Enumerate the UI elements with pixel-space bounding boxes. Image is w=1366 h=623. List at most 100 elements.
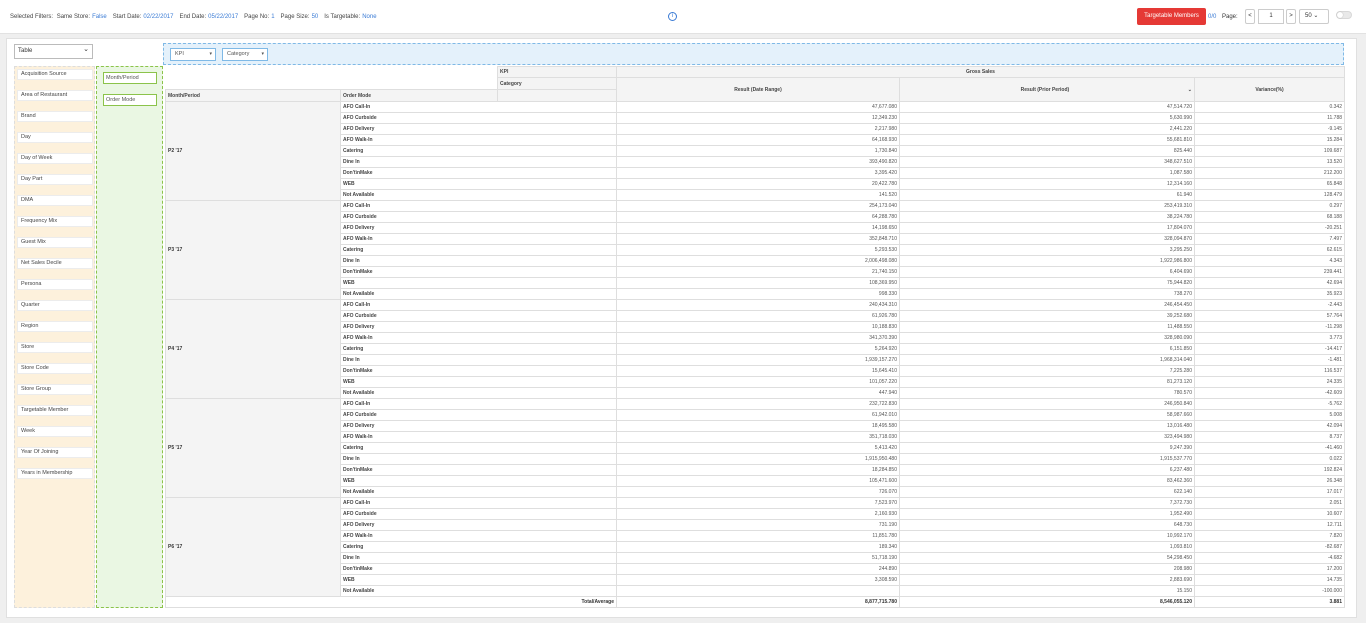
table-row: Catering 1,730.840 825.440 109.687	[166, 145, 1345, 157]
value-cell: 4.343	[1194, 255, 1345, 267]
variance-header[interactable]: Variance(%)	[1194, 77, 1345, 102]
order-mode-cell: Don't\nMake	[340, 266, 617, 278]
value-cell: 254,173.040	[616, 200, 900, 212]
order-mode-cell: WEB	[340, 277, 617, 289]
value-cell: 11,488.550	[899, 321, 1195, 333]
value-cell: 5,630.990	[899, 112, 1195, 124]
attribute-item[interactable]: Acquisition Source	[17, 69, 93, 80]
value-cell: 108,369.950	[616, 277, 900, 289]
filter-key: Same Store:	[56, 14, 91, 20]
value-cell: 8.737	[1194, 431, 1345, 443]
value-cell: 351,718.030	[616, 431, 900, 443]
value-cell: 0.022	[1194, 453, 1345, 465]
value-cell: 61,942.010	[616, 409, 900, 421]
order-mode-cell: Not Available	[340, 288, 617, 300]
value-cell: 1,968,314.040	[899, 354, 1195, 366]
value-cell: 3.773	[1194, 332, 1345, 344]
order-mode-cell: AFO Delivery	[340, 321, 617, 333]
attribute-item[interactable]: Store	[17, 342, 93, 353]
row-field-order-mode[interactable]: Order Mode	[103, 94, 157, 106]
targetable-count: 0/0	[1208, 14, 1217, 20]
table-row: Catering 5,293.530 3,295.250 62.615	[166, 244, 1345, 256]
order-mode-cell: Dine In	[340, 552, 617, 564]
value-cell: 6,151.850	[899, 343, 1195, 355]
attribute-item[interactable]: Years in Membership	[17, 468, 93, 479]
attribute-item[interactable]: Week	[17, 426, 93, 437]
selected-filters: Selected Filters: Same Store: False Start …	[10, 14, 383, 20]
value-cell: 24.335	[1194, 376, 1345, 388]
order-mode-cell: Not Available	[340, 189, 617, 201]
attribute-item[interactable]: Year Of Joining	[17, 447, 93, 458]
table-row: AFO Walk-In 341,370.390 328,980.090 3.773	[166, 332, 1345, 344]
value-cell: -11.298	[1194, 321, 1345, 333]
value-cell: 42.094	[1194, 420, 1345, 432]
value-cell: 447.940	[616, 387, 900, 399]
attribute-item[interactable]: Quarter	[17, 300, 93, 311]
pivot-panel: Table KPI Category Acquisition Source Are…	[6, 38, 1357, 618]
value-cell: 47,514.720	[899, 101, 1195, 113]
result-prior-period-label: Result (Prior Period)	[1020, 86, 1070, 93]
filter-key: Page Size:	[280, 14, 310, 20]
page-size-select[interactable]: 50 ⌄	[1299, 9, 1329, 24]
attribute-item[interactable]: Targetable Member	[17, 405, 93, 416]
attribute-item[interactable]: Brand	[17, 111, 93, 122]
table-row: AFO Delivery 18,495.580 13,016.480 42.094	[166, 420, 1345, 432]
order-mode-cell: Don't\nMake	[340, 365, 617, 377]
prev-page-button[interactable]: <	[1245, 9, 1255, 24]
value-cell: -2.443	[1194, 299, 1345, 311]
column-fields-area[interactable]: KPI Category	[163, 43, 1344, 65]
renderer-select[interactable]: Table	[14, 43, 93, 59]
row-field-month-period[interactable]: Month/Period	[103, 72, 157, 84]
attribute-item[interactable]: Day of Week	[17, 153, 93, 164]
value-cell: 726.070	[616, 486, 900, 498]
next-page-button[interactable]: >	[1286, 9, 1296, 24]
value-cell: 11,851.780	[616, 530, 900, 542]
value-cell: 189.340	[616, 541, 900, 553]
filter-value: 50	[311, 14, 319, 20]
value-cell: 5,413.420	[616, 442, 900, 454]
value-cell: 5,264.920	[616, 343, 900, 355]
row-fields-area[interactable]: Month/Period Order Mode	[96, 66, 163, 608]
result-prior-period-header[interactable]: Result (Prior Period) ⌄	[899, 77, 1195, 102]
targetable-members-button[interactable]: Targetable Members	[1137, 8, 1206, 25]
value-cell: 51,718.190	[616, 552, 900, 564]
value-cell: -82.687	[1194, 541, 1345, 553]
value-cell: 12.711	[1194, 519, 1345, 531]
order-mode-cell: Catering	[340, 541, 617, 553]
attribute-item[interactable]: Day	[17, 132, 93, 143]
filter-value: None	[362, 14, 377, 20]
chevron-down-icon[interactable]: ⌄	[1188, 87, 1192, 93]
attribute-item[interactable]: Net Sales Decile	[17, 258, 93, 269]
order-mode-cell: Don't\nMake	[340, 563, 617, 575]
total-row: Total/Average 8,877,715.780 8,546,055.120 3…	[165, 596, 1345, 608]
attribute-item[interactable]: Guest Mix	[17, 237, 93, 248]
col-field-category[interactable]: Category	[222, 48, 268, 61]
attribute-item[interactable]: DMA	[17, 195, 93, 206]
page-number-input[interactable]: 1	[1258, 9, 1284, 24]
value-cell: 3,395.420	[616, 167, 900, 179]
toggle-switch[interactable]	[1336, 11, 1352, 19]
info-icon[interactable]: i	[668, 12, 677, 21]
attribute-item[interactable]: Area of Restaurant	[17, 90, 93, 101]
value-cell: 208.980	[899, 563, 1195, 575]
attribute-item[interactable]: Persona	[17, 279, 93, 290]
filter-value: 02/22/2017	[143, 14, 174, 20]
attribute-item[interactable]: Store Group	[17, 384, 93, 395]
value-cell: 101,057.220	[616, 376, 900, 388]
value-cell: 1,939,157.270	[616, 354, 900, 366]
value-cell: 2,441.220	[899, 123, 1195, 135]
col-field-kpi[interactable]: KPI	[170, 48, 216, 61]
result-date-range-header[interactable]: Result (Date Range)	[616, 77, 900, 102]
attribute-item[interactable]: Day Part	[17, 174, 93, 185]
value-cell: 68.188	[1194, 211, 1345, 223]
value-cell: 7.497	[1194, 233, 1345, 245]
table-row: AFO Curbside 12,349.230 5,630.990 11.788	[166, 112, 1345, 124]
value-cell: 58,987.660	[899, 409, 1195, 421]
attribute-item[interactable]: Store Code	[17, 363, 93, 374]
attribute-item[interactable]: Frequency Mix	[17, 216, 93, 227]
table-row: Not Available 15.150 -100.000	[166, 585, 1345, 597]
table-row: AFO Delivery 10,188.830 11,488.550 -11.298	[166, 321, 1345, 333]
value-cell: 13.520	[1194, 156, 1345, 168]
attribute-item[interactable]: Region	[17, 321, 93, 332]
table-row: Dine In 1,915,950.480 1,915,537.770 0.022	[166, 453, 1345, 465]
